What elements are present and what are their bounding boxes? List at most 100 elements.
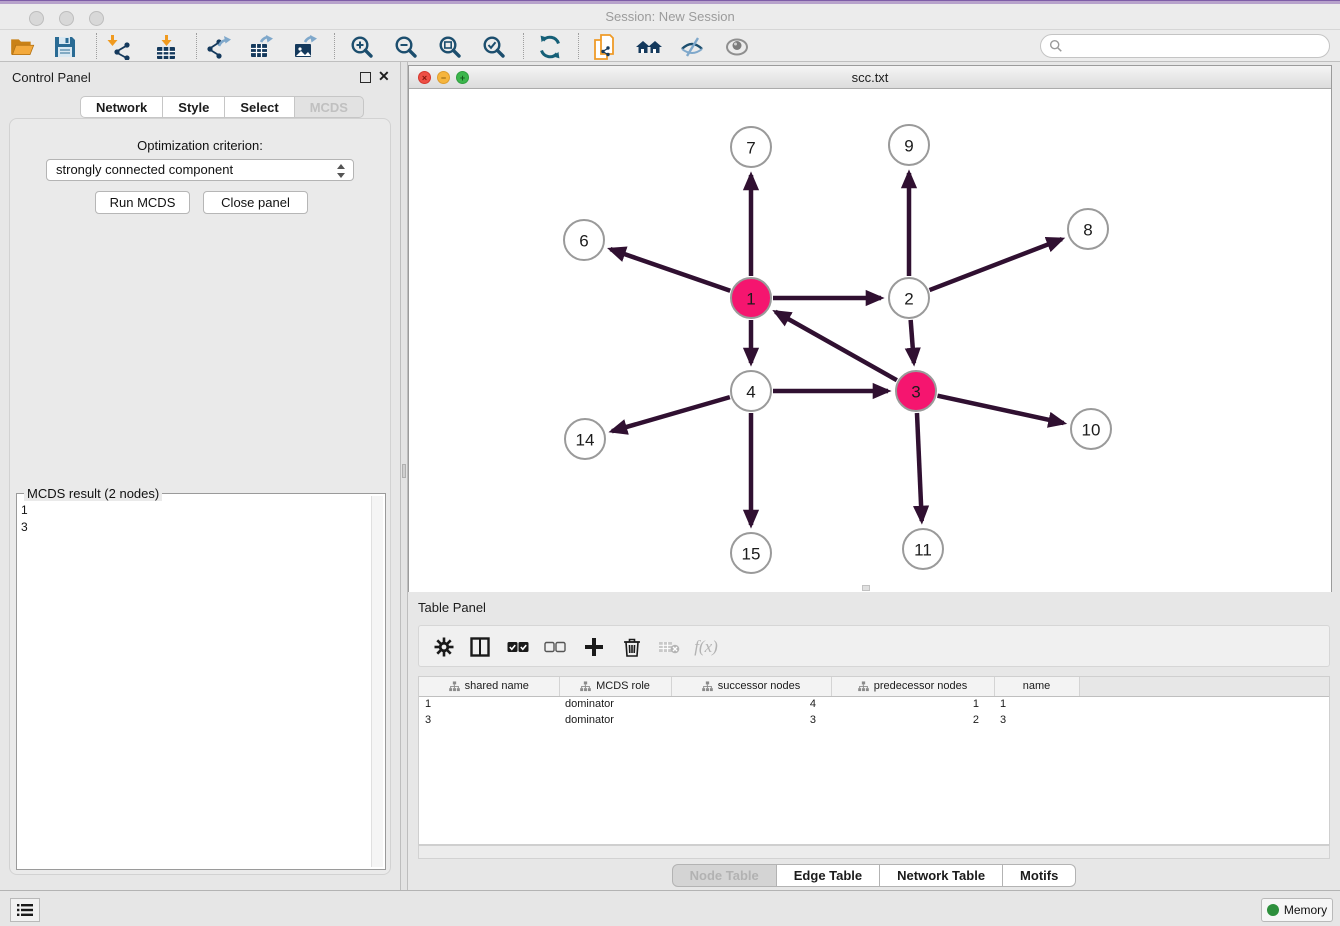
node-label-10: 10 xyxy=(1082,421,1101,440)
table-cell[interactable]: 1 xyxy=(994,696,1079,712)
window-minimize-icon[interactable]: − xyxy=(437,71,450,84)
table-cell[interactable]: dominator xyxy=(559,696,671,712)
function-builder-icon[interactable]: f(x) xyxy=(693,634,719,660)
tab-select[interactable]: Select xyxy=(225,96,294,118)
app-titlebar: Session: New Session xyxy=(0,4,1340,30)
tab-network[interactable]: Network xyxy=(80,96,163,118)
table-cell[interactable]: 3 xyxy=(671,712,831,728)
delete-table-icon[interactable] xyxy=(656,634,682,660)
tab-network-table[interactable]: Network Table xyxy=(880,864,1003,887)
import-network-icon[interactable] xyxy=(105,33,133,61)
search-box[interactable] xyxy=(1040,34,1330,58)
open-folder-icon[interactable] xyxy=(8,33,36,61)
add-column-icon[interactable] xyxy=(581,634,607,660)
columns-icon[interactable] xyxy=(467,634,493,660)
column-header-predecessor-nodes[interactable]: predecessor nodes xyxy=(831,677,994,696)
toolbar-separator xyxy=(523,33,524,59)
save-icon[interactable] xyxy=(51,33,79,61)
node-label-3: 3 xyxy=(911,383,920,402)
node-label-14: 14 xyxy=(576,431,595,450)
gear-icon[interactable] xyxy=(431,634,457,660)
table-panel: Table Panel ✕ f(x) xyxy=(408,594,1340,890)
table-horizontal-scrollbar[interactable] xyxy=(418,845,1330,859)
tab-motifs[interactable]: Motifs xyxy=(1003,864,1076,887)
table-row[interactable]: 3dominator323 xyxy=(419,712,1329,728)
tab-mcds[interactable]: MCDS xyxy=(295,96,364,118)
deselect-all-icon[interactable] xyxy=(542,634,568,660)
node-label-9: 9 xyxy=(904,137,913,156)
column-header-shared-name[interactable]: shared name xyxy=(419,677,559,696)
float-panel-icon[interactable] xyxy=(360,72,371,83)
table-toolbar: f(x) xyxy=(418,625,1330,667)
node-label-11: 11 xyxy=(914,541,932,560)
table-row[interactable]: 1dominator411 xyxy=(419,696,1329,712)
table-cell[interactable]: 2 xyxy=(831,712,994,728)
table-cell[interactable]: 4 xyxy=(671,696,831,712)
mcds-result-text[interactable]: 13 xyxy=(21,502,369,865)
table-cell[interactable]: 3 xyxy=(419,712,559,728)
delete-column-icon[interactable] xyxy=(619,634,645,660)
edge-3-10[interactable] xyxy=(937,396,1063,423)
close-panel-button[interactable]: Close panel xyxy=(203,191,308,214)
column-header-successor-nodes[interactable]: successor nodes xyxy=(671,677,831,696)
edge-2-3[interactable] xyxy=(911,320,914,363)
edge-3-1[interactable] xyxy=(775,312,896,380)
edge-3-11[interactable] xyxy=(917,413,922,521)
window-close-icon[interactable]: × xyxy=(418,71,431,84)
column-header-name[interactable]: name xyxy=(994,677,1079,696)
table-cell[interactable]: 1 xyxy=(831,696,994,712)
tab-edge-table[interactable]: Edge Table xyxy=(777,864,880,887)
window-zoom-icon[interactable]: + xyxy=(456,71,469,84)
vertical-splitter[interactable] xyxy=(400,62,408,890)
table-cell[interactable]: 3 xyxy=(994,712,1079,728)
window-close-button[interactable] xyxy=(29,11,44,26)
table-cell[interactable]: dominator xyxy=(559,712,671,728)
window-zoom-button[interactable] xyxy=(89,11,104,26)
network-canvas[interactable]: 7968124314101511 xyxy=(409,89,1331,592)
node-label-6: 6 xyxy=(579,232,588,251)
edge-4-14[interactable] xyxy=(612,397,730,431)
table-panel-tabs: Node Table Edge Table Network Table Moti… xyxy=(408,864,1340,887)
node-table[interactable]: shared name MCDS role successor nodes pr… xyxy=(418,676,1330,845)
refresh-layout-icon[interactable] xyxy=(536,33,564,61)
table-panel-title: Table Panel xyxy=(418,600,486,615)
tab-node-table[interactable]: Node Table xyxy=(672,864,777,887)
search-input[interactable] xyxy=(1068,39,1321,53)
optimization-criterion-label: Optimization criterion: xyxy=(10,138,390,153)
zoom-fit-icon[interactable] xyxy=(436,33,464,61)
window-minimize-button[interactable] xyxy=(59,11,74,26)
canvas-splitter-grip[interactable] xyxy=(862,585,870,591)
node-label-4: 4 xyxy=(746,383,755,402)
edge-2-8[interactable] xyxy=(930,239,1062,290)
toolbar-separator xyxy=(96,33,97,59)
criterion-dropdown[interactable]: strongly connected component xyxy=(46,159,354,181)
control-panel-header: Control Panel ✕ xyxy=(0,70,400,90)
import-table-icon[interactable] xyxy=(152,33,180,61)
column-header-mcds-role[interactable]: MCDS role xyxy=(559,677,671,696)
export-table-icon[interactable] xyxy=(248,33,276,61)
run-mcds-button[interactable]: Run MCDS xyxy=(95,191,190,214)
hide-selected-icon[interactable] xyxy=(678,33,706,61)
zoom-out-icon[interactable] xyxy=(392,33,420,61)
close-panel-icon[interactable]: ✕ xyxy=(378,68,390,85)
show-all-icon[interactable] xyxy=(723,33,751,61)
select-all-icon[interactable] xyxy=(505,634,531,660)
export-image-icon[interactable] xyxy=(292,33,320,61)
task-history-button[interactable] xyxy=(10,898,40,922)
zoom-selected-icon[interactable] xyxy=(480,33,508,61)
table-cell[interactable]: 1 xyxy=(419,696,559,712)
zoom-in-icon[interactable] xyxy=(348,33,376,61)
export-network-icon[interactable] xyxy=(205,33,233,61)
toolbar-separator xyxy=(196,33,197,59)
control-panel-title: Control Panel xyxy=(12,70,91,85)
status-bar: Memory xyxy=(0,890,1340,926)
first-neighbors-icon[interactable] xyxy=(635,33,663,61)
memory-button[interactable]: Memory xyxy=(1261,898,1333,922)
edge-1-6[interactable] xyxy=(610,249,730,291)
criterion-value: strongly connected component xyxy=(56,162,233,177)
network-window-titlebar[interactable]: × − + scc.txt xyxy=(409,66,1331,89)
tab-style[interactable]: Style xyxy=(163,96,225,118)
result-scrollbar[interactable] xyxy=(371,496,383,867)
splitter-grip[interactable] xyxy=(402,464,406,478)
new-network-file-icon[interactable] xyxy=(591,33,619,61)
